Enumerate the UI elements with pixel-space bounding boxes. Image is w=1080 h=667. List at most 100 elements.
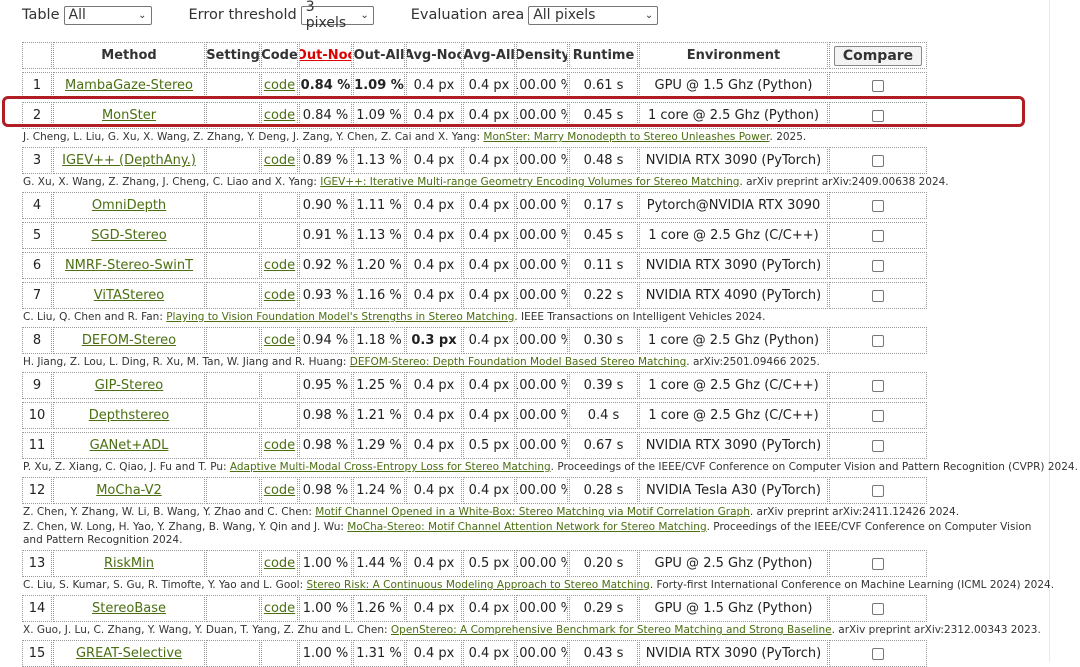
compare-checkbox[interactable] xyxy=(872,602,884,615)
method-link[interactable]: SGD-Stereo xyxy=(91,228,166,243)
compare-checkbox[interactable] xyxy=(872,289,884,302)
results-table: Method Setting Code Out-Noc Out-All Avg-… xyxy=(22,42,1078,667)
citation-link[interactable]: DEFOM-Stereo: Depth Foundation Model Bas… xyxy=(350,356,687,368)
code-link[interactable]: code xyxy=(264,483,295,498)
avg-all-cell: 0.5 px xyxy=(463,432,515,459)
compare-button[interactable]: Compare xyxy=(833,45,923,66)
compare-cell xyxy=(829,372,927,399)
header-out-noc[interactable]: Out-Noc xyxy=(299,42,352,69)
setting-cell xyxy=(206,477,260,504)
citation[interactable]: H. Jiang, Z. Lou, L. Ding, R. Xu, M. Tan… xyxy=(22,356,1035,369)
citation-link[interactable]: MonSter: Marry Monodepth to Stereo Unlea… xyxy=(483,131,769,143)
citation[interactable]: P. Xu, Z. Xiang, C. Qiao, J. Fu and T. P… xyxy=(22,461,1078,474)
density-cell: 100.00 % xyxy=(516,402,568,429)
code-link[interactable]: code xyxy=(264,153,295,168)
compare-checkbox[interactable] xyxy=(872,154,884,167)
method-link[interactable]: Depthstereo xyxy=(89,408,169,423)
citation[interactable]: J. Cheng, L. Liu, G. Xu, X. Wang, Z. Zha… xyxy=(22,131,1035,144)
setting-cell xyxy=(206,282,260,309)
table-select[interactable]: All ⌄ xyxy=(63,5,152,25)
compare-checkbox[interactable] xyxy=(872,199,884,212)
runtime-cell: 0.20 s xyxy=(569,550,638,577)
code-link[interactable]: code xyxy=(264,601,295,616)
compare-checkbox[interactable] xyxy=(872,647,884,660)
environment-cell: NVIDIA RTX 3090 (PyTorch) xyxy=(639,147,828,174)
citation-link[interactable]: Adaptive Multi-Modal Cross-Entropy Loss … xyxy=(230,461,551,473)
compare-cell xyxy=(829,432,927,459)
code-link[interactable]: code xyxy=(264,258,295,273)
threshold-select-value: 3 pixels xyxy=(305,0,347,31)
table-row: 8 DEFOM-Stereo code 0.94 % 1.18 % 0.3 px 0.4 p… xyxy=(22,327,1035,354)
citation[interactable]: X. Guo, J. Lu, C. Zhang, Y. Wang, Y. Dua… xyxy=(22,624,1041,637)
avg-all-cell: 0.4 px xyxy=(463,147,515,174)
header-avg-all[interactable]: Avg-All xyxy=(463,42,515,69)
citation[interactable]: G. Xu, X. Wang, Z. Zhang, J. Cheng, C. L… xyxy=(22,176,1035,189)
table-row: 1 MambaGaze-Stereo code 0.84 % 1.09 % 0.4 px 0… xyxy=(22,72,1035,99)
out-noc-cell: 0.89 % xyxy=(299,147,352,174)
avg-all-cell: 0.4 px xyxy=(463,477,515,504)
citation-link[interactable]: Motif Channel Opened in a White-Box: Ste… xyxy=(315,506,750,518)
threshold-select[interactable]: 3 pixels ⌄ xyxy=(300,0,374,31)
compare-checkbox[interactable] xyxy=(872,439,884,452)
code-link[interactable]: code xyxy=(264,556,295,571)
out-noc-cell: 0.98 % xyxy=(299,432,352,459)
table-row: 4OmniDepth0.90 %1.11 %0.4 px0.4 px100.00… xyxy=(22,192,1035,219)
method-link[interactable]: OmniDepth xyxy=(92,198,166,213)
method-link[interactable]: IGEV++ (DepthAny.) xyxy=(62,153,196,168)
threshold-label: Error threshold xyxy=(188,7,297,23)
method-link[interactable]: MambaGaze-Stereo xyxy=(65,78,193,93)
citation-authors: C. Liu, S. Kumar, S. Gu, R. Timofte, Y. … xyxy=(23,579,307,591)
compare-checkbox[interactable] xyxy=(872,79,884,92)
header-avg-noc[interactable]: Avg-Noc xyxy=(406,42,462,69)
out-noc-cell: 0.94 % xyxy=(299,327,352,354)
compare-checkbox[interactable] xyxy=(872,259,884,272)
compare-cell xyxy=(829,222,927,249)
rank-cell: 12 xyxy=(22,477,52,504)
method-link[interactable]: GANet+ADL xyxy=(90,438,169,453)
code-link[interactable]: code xyxy=(264,438,295,453)
method-cell: SGD-Stereo xyxy=(53,222,205,249)
compare-checkbox[interactable] xyxy=(872,409,884,422)
table-select-value: All xyxy=(68,7,86,23)
code-link[interactable]: code xyxy=(264,78,295,93)
method-link[interactable]: DEFOM-Stereo xyxy=(82,333,176,348)
method-link[interactable]: MoCha-V2 xyxy=(96,483,162,498)
method-link[interactable]: StereoBase xyxy=(92,601,166,616)
method-link[interactable]: RiskMin xyxy=(104,556,154,571)
area-select[interactable]: All pixels ⌄ xyxy=(528,5,659,25)
rank-cell: 5 xyxy=(22,222,52,249)
rank-cell: 14 xyxy=(22,595,52,622)
citation-link[interactable]: Stereo Risk: A Continuous Modeling Appro… xyxy=(306,579,649,591)
density-cell: 100.00 % xyxy=(516,72,568,99)
citation[interactable]: Z. Chen, Y. Zhang, W. Li, B. Wang, Y. Zh… xyxy=(22,506,1035,519)
chevron-down-icon: ⌄ xyxy=(644,9,654,21)
citation-link[interactable]: IGEV++: Iterative Multi-range Geometry E… xyxy=(320,176,739,188)
method-link[interactable]: GREAT-Selective xyxy=(76,646,182,661)
compare-checkbox[interactable] xyxy=(872,484,884,497)
header-density[interactable]: Density xyxy=(516,42,568,69)
compare-cell xyxy=(829,327,927,354)
method-link[interactable]: NMRF-Stereo-SwinT xyxy=(65,258,193,273)
method-link[interactable]: ViTAStereo xyxy=(94,288,164,303)
code-cell: code xyxy=(261,432,298,459)
citation[interactable]: C. Liu, Q. Chen and R. Fan: Playing to V… xyxy=(22,311,1035,324)
code-link[interactable]: code xyxy=(264,288,295,303)
table-filter: Table All ⌄ xyxy=(22,5,152,25)
method-link[interactable]: GIP-Stereo xyxy=(95,378,164,393)
citation-link[interactable]: OpenStereo: A Comprehensive Benchmark fo… xyxy=(391,624,832,636)
citation-link[interactable]: Playing to Vision Foundation Model's Str… xyxy=(166,311,514,323)
citation-link[interactable]: MoCha-Stereo: Motif Channel Attention Ne… xyxy=(347,521,706,533)
compare-checkbox[interactable] xyxy=(872,557,884,570)
compare-checkbox[interactable] xyxy=(872,229,884,242)
avg-noc-cell: 0.4 px xyxy=(406,147,462,174)
compare-checkbox[interactable] xyxy=(872,334,884,347)
table-row: 11 GANet+ADL code 0.98 %1.29 %0.4 px0.5 px1… xyxy=(22,432,1035,459)
setting-cell xyxy=(206,550,260,577)
header-out-all[interactable]: Out-All xyxy=(353,42,405,69)
code-link[interactable]: code xyxy=(264,333,295,348)
header-runtime[interactable]: Runtime xyxy=(569,42,638,69)
compare-cell xyxy=(829,402,927,429)
compare-checkbox[interactable] xyxy=(872,379,884,392)
citation[interactable]: Z. Chen, W. Long, H. Yao, Y. Zhang, B. W… xyxy=(22,521,1036,547)
citation[interactable]: C. Liu, S. Kumar, S. Gu, R. Timofte, Y. … xyxy=(22,579,1054,592)
